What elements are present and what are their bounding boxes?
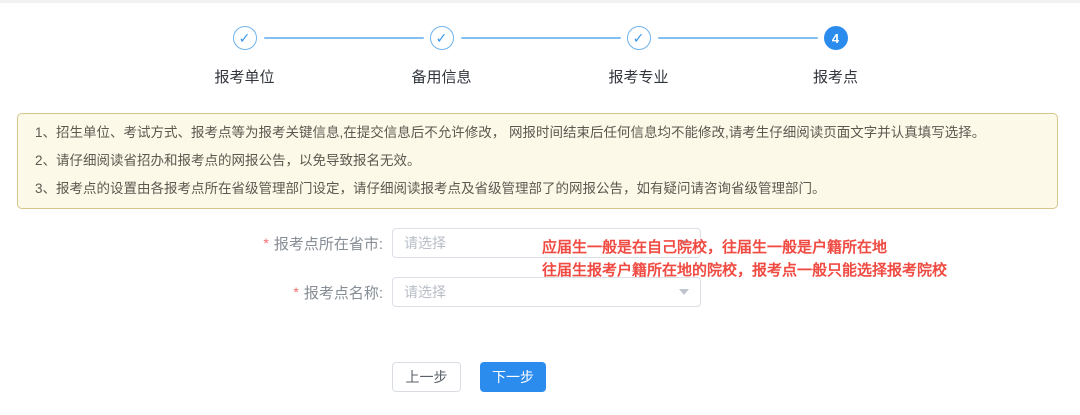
annotation-line-2: 往届生报考户籍所在地的院校，报考点一般只能选择报考院校 bbox=[542, 259, 947, 282]
check-icon: ✓ bbox=[633, 31, 645, 45]
check-icon: ✓ bbox=[239, 31, 251, 45]
step-connector bbox=[658, 37, 818, 39]
registration-wizard-page: ✓ 报考单位 ✓ 备用信息 ✓ 报考专业 4 报考点 1、招生单位、考试 bbox=[0, 0, 1080, 415]
step-item-4[interactable]: 4 报考点 bbox=[737, 26, 934, 87]
province-city-label: * 报考点所在省市: bbox=[0, 228, 383, 258]
check-icon: ✓ bbox=[436, 31, 448, 45]
step-3-completed-circle: ✓ bbox=[627, 26, 651, 50]
next-step-button[interactable]: 下一步 bbox=[480, 362, 546, 392]
step-item-2[interactable]: ✓ 备用信息 bbox=[343, 26, 540, 87]
step-4-current-circle: 4 bbox=[824, 26, 848, 50]
top-divider bbox=[0, 0, 1080, 3]
notice-box: 1、招生单位、考试方式、报考点等为报考关键信息,在提交信息后不允许修改， 网报时… bbox=[17, 113, 1058, 209]
exam-site-name-placeholder: 请选择 bbox=[404, 282, 679, 302]
notice-line-1: 1、招生单位、考试方式、报考点等为报考关键信息,在提交信息后不允许修改， 网报时… bbox=[35, 119, 1040, 147]
step-2-completed-circle: ✓ bbox=[430, 26, 454, 50]
province-city-label-text: 报考点所在省市: bbox=[274, 233, 383, 254]
required-asterisk: * bbox=[263, 235, 268, 251]
stepper: ✓ 报考单位 ✓ 备用信息 ✓ 报考专业 4 报考点 bbox=[0, 26, 1080, 87]
exam-site-name-label-text: 报考点名称: bbox=[304, 282, 383, 303]
step-1-label: 报考单位 bbox=[214, 66, 274, 87]
notice-line-2: 2、请仔细阅读省招办和报考点的网报公告，以免导致报名无效。 bbox=[35, 147, 1040, 175]
step-connector bbox=[461, 37, 621, 39]
exam-site-name-label: * 报考点名称: bbox=[0, 277, 383, 307]
step-2-label: 备用信息 bbox=[411, 66, 471, 87]
notice-line-3: 3、报考点的设置由各报考点所在省级管理部门设定，请仔细阅读报考点及省级管理部了的… bbox=[35, 175, 1040, 203]
annotation-line-1: 应届生一般是在自己院校，往届生一般是户籍所在地 bbox=[542, 236, 947, 259]
step-3-label: 报考专业 bbox=[608, 66, 668, 87]
prev-step-button[interactable]: 上一步 bbox=[392, 362, 461, 392]
required-asterisk: * bbox=[293, 284, 298, 300]
step-1-completed-circle: ✓ bbox=[233, 26, 257, 50]
step-item-1[interactable]: ✓ 报考单位 bbox=[146, 26, 343, 87]
annotation-note: 应届生一般是在自己院校，往届生一般是户籍所在地 往届生报考户籍所在地的院校，报考… bbox=[542, 236, 947, 282]
step-connector bbox=[264, 37, 424, 39]
step-item-3[interactable]: ✓ 报考专业 bbox=[540, 26, 737, 87]
step-4-label: 报考点 bbox=[813, 66, 858, 87]
step-4-number: 4 bbox=[832, 32, 839, 45]
chevron-down-icon bbox=[679, 289, 689, 295]
